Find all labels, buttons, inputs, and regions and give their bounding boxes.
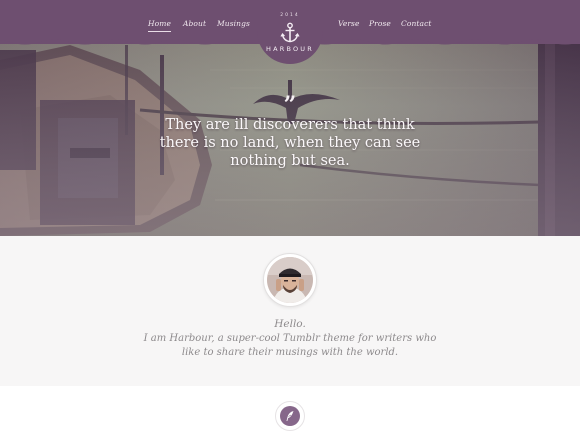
nav-home-link[interactable]: Home [148,19,172,32]
nav-musings-link[interactable]: Musings [217,19,250,28]
brand-name: HARBOUR [266,45,314,53]
bio-wave-edge [0,374,580,383]
anchor-icon [280,22,300,43]
nav-prose-link[interactable]: Prose [369,19,391,28]
hero-quote: They are ill discoverers that think ther… [159,117,421,169]
nav-contact-link[interactable]: Contact [401,19,431,28]
avatar[interactable] [263,253,317,307]
avatar-photo [267,257,313,303]
nav-verse-link[interactable]: Verse [338,19,360,28]
nav-about-link[interactable]: About [183,19,206,28]
brand-year: 2014 [280,13,300,18]
post-type-badge [280,406,300,426]
post-type-button[interactable] [275,401,305,431]
bio-description: I am Harbour, a super-cool Tumblr theme … [143,333,437,358]
quote-mark-icon: ” [283,92,297,118]
quill-icon [286,411,294,421]
bio-greeting: Hello. [274,318,306,330]
